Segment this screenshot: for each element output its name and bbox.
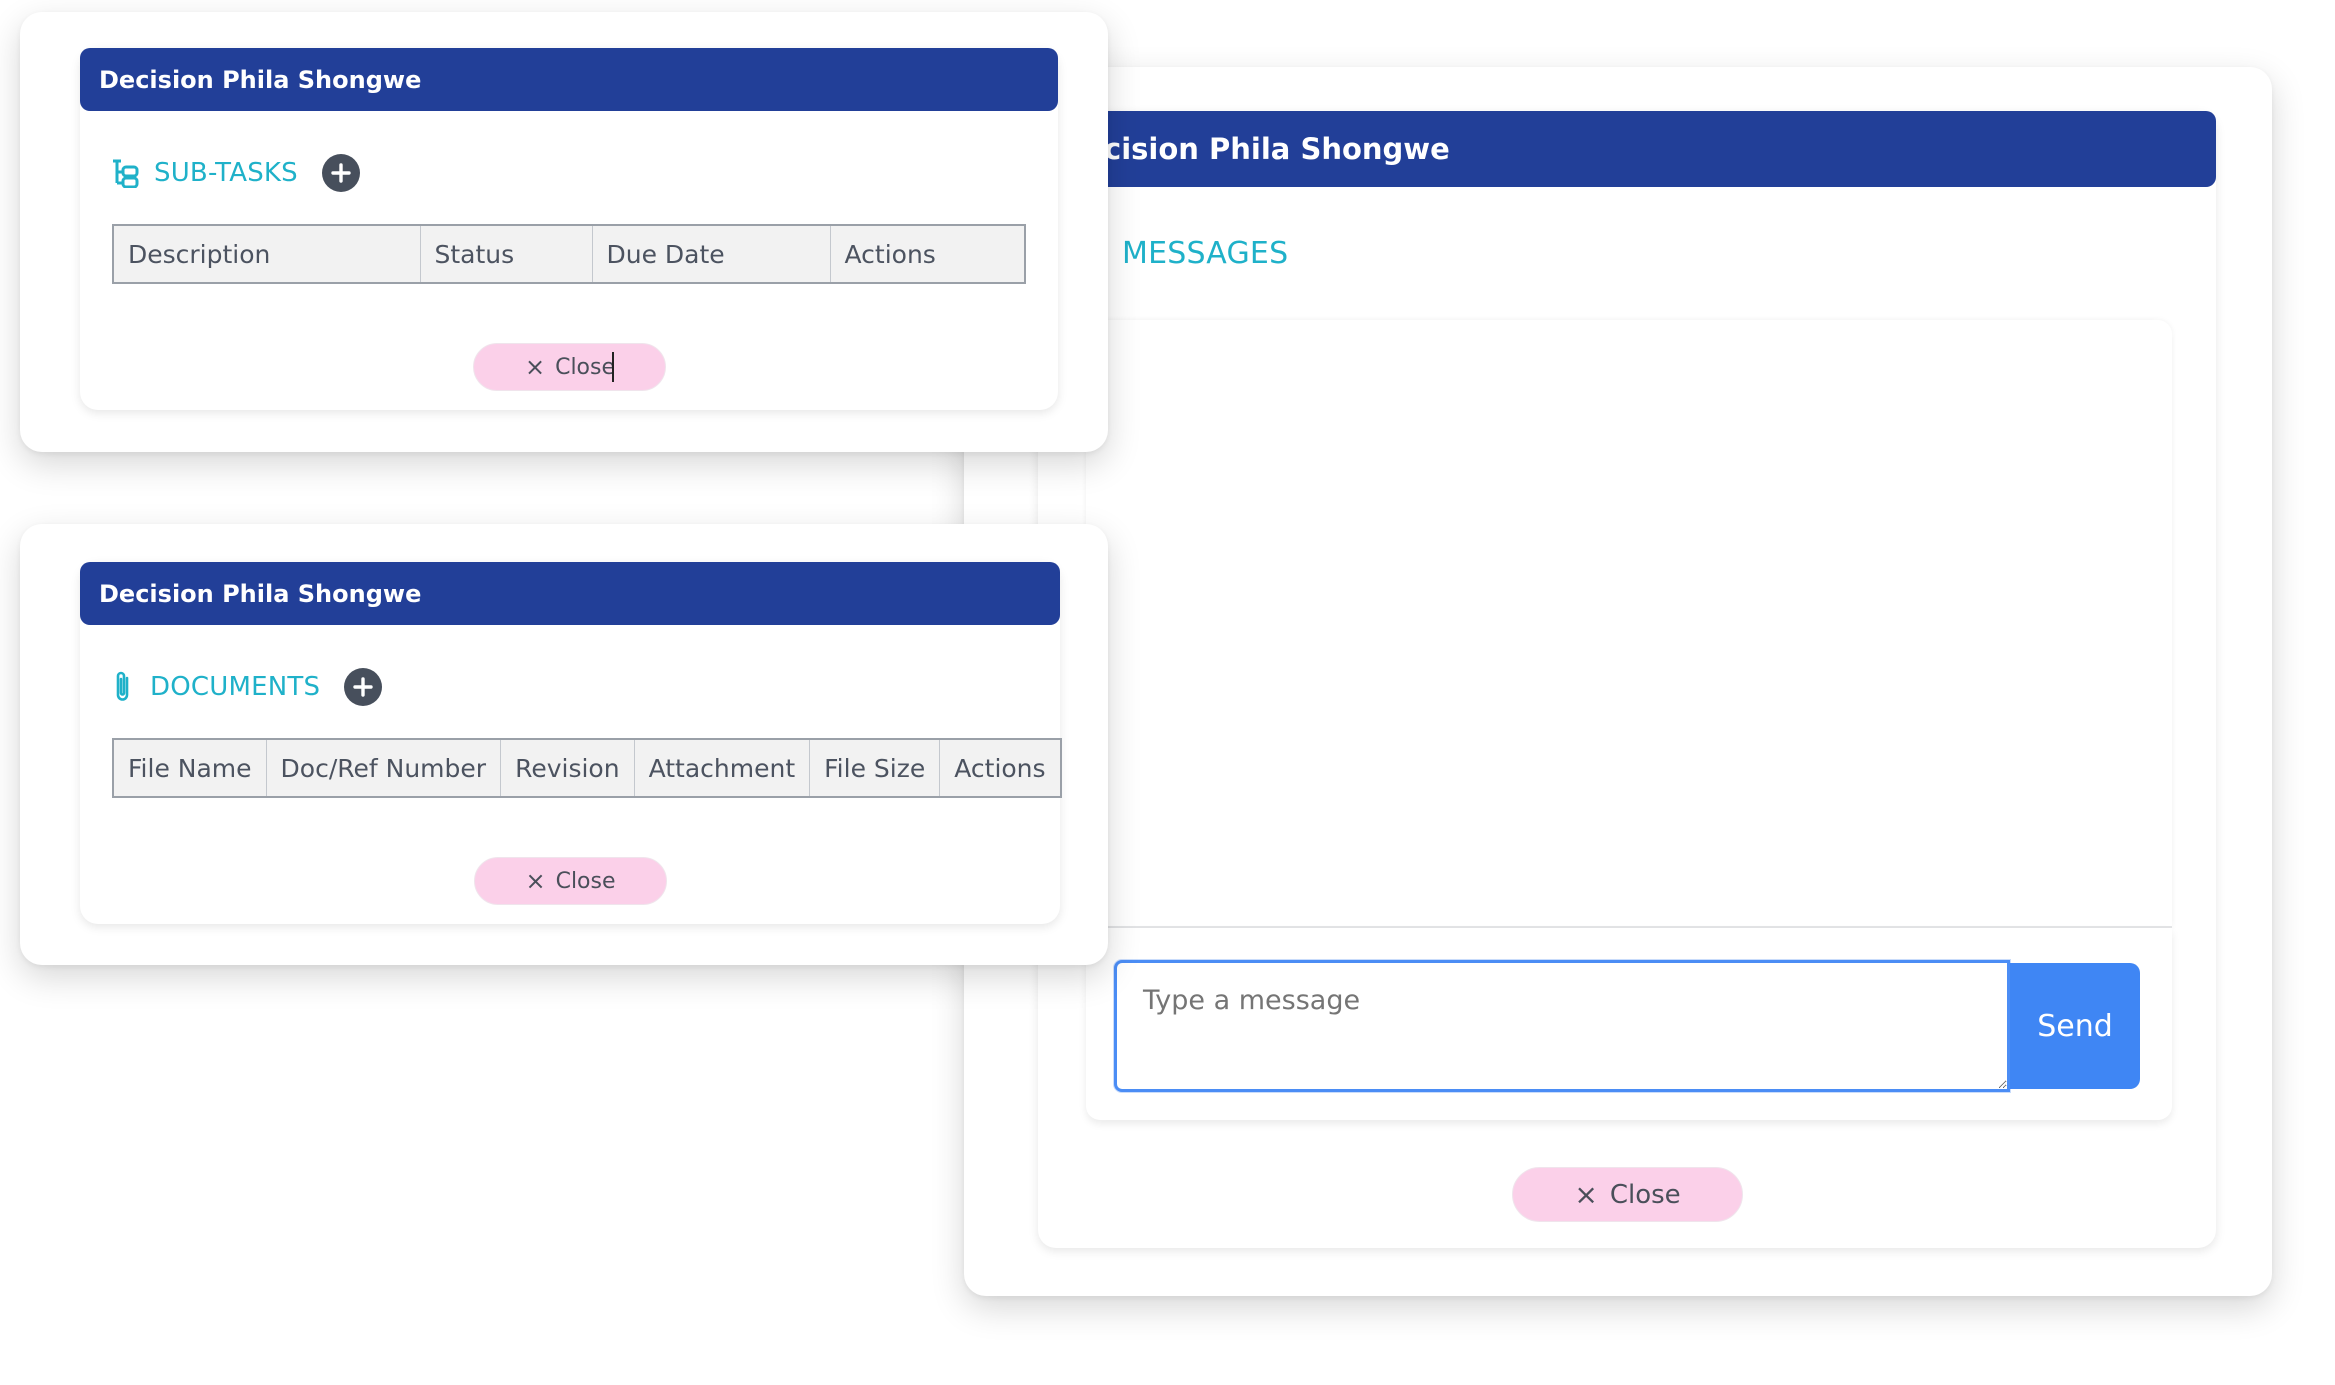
add-subtask-button[interactable] [321,154,360,192]
subtasks-dialog-title: Decision Phila Shongwe [99,65,422,94]
subtasks-table: Description Status Due Date Actions [112,224,1026,284]
column-header[interactable]: Description [113,225,420,283]
column-header[interactable]: Revision [500,739,635,797]
close-label: Close [555,868,616,894]
documents-close-button[interactable]: × Close [474,857,667,905]
column-header[interactable]: Due Date [591,225,830,283]
messages-section-label: MESSAGES [1122,236,1289,271]
column-header[interactable]: Actions [829,225,1025,283]
close-icon: × [524,353,546,381]
documents-dialog-title: Decision Phila Shongwe [99,579,422,608]
column-header[interactable]: Actions [939,739,1061,797]
send-button-label: Send [2037,1008,2113,1044]
message-input[interactable] [1114,960,2010,1092]
subtasks-dialog-header: Decision Phila Shongwe [80,48,1058,111]
subtasks-section-title: SUB-TASKS [110,154,360,192]
subtasks-section-label: SUB-TASKS [154,158,298,188]
messages-dialog-title: cision Phila Shongwe [1104,132,1450,166]
documents-table: File Name Doc/Ref Number Revision Attach… [112,738,1062,798]
subtasks-close-button[interactable]: × Close [473,343,666,391]
plus-icon [353,677,373,697]
subtasks-table-header: Description Status Due Date Actions [113,225,1025,283]
documents-table-header: File Name Doc/Ref Number Revision Attach… [113,739,1061,797]
text-cursor [612,352,615,382]
documents-section-label: DOCUMENTS [150,672,321,702]
plus-icon [331,163,351,183]
close-icon: × [525,867,546,895]
close-label: Close [1609,1179,1681,1210]
messages-list [1086,320,2172,928]
documents-dialog-header: Decision Phila Shongwe [80,562,1060,625]
add-document-button[interactable] [344,668,383,706]
send-button[interactable]: Send [2010,963,2140,1089]
column-header[interactable]: Doc/Ref Number [265,739,501,797]
column-header[interactable]: Status [419,225,592,283]
close-label: Close [555,354,616,380]
column-header[interactable]: Attachment [633,739,810,797]
paperclip-icon [112,669,134,705]
column-header[interactable]: File Size [809,739,940,797]
column-header[interactable]: File Name [113,739,266,797]
messages-close-button[interactable]: × Close [1512,1167,1743,1222]
close-icon: × [1574,1178,1598,1211]
messages-section-title: MESSAGES [1122,236,1288,271]
sitemap-icon [110,158,140,188]
documents-section-title: DOCUMENTS [112,668,383,706]
messages-dialog-header: cision Phila Shongwe [1038,111,2216,187]
